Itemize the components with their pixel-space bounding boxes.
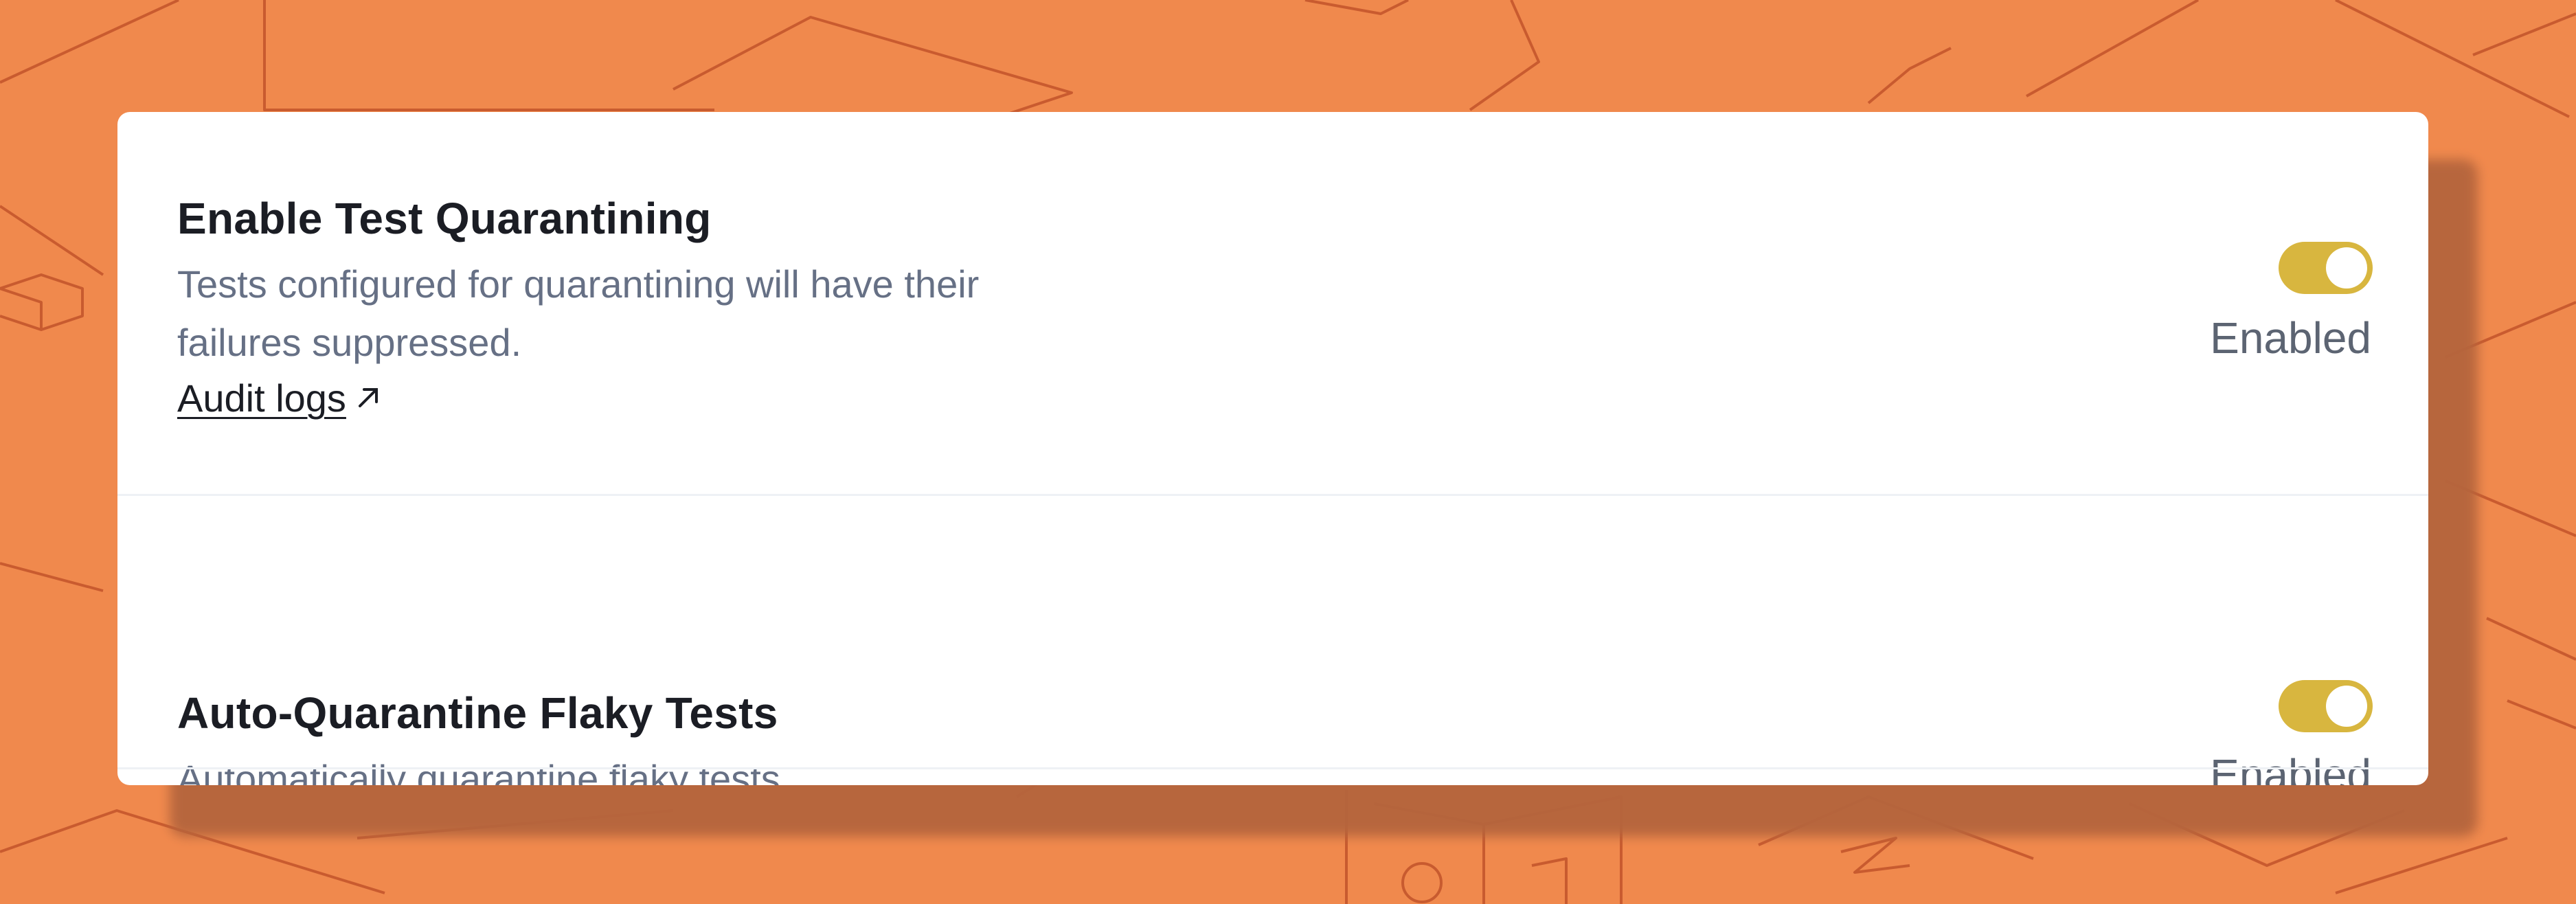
external-link-icon xyxy=(354,376,382,420)
status-label: Enabled xyxy=(2210,313,2371,363)
settings-card: Enable Test Quarantining Tests configure… xyxy=(117,112,2428,785)
test-quarantining-toggle[interactable] xyxy=(2279,242,2373,294)
setting-row-auto-quarantine: Auto-Quarantine Flaky Tests Automaticall… xyxy=(117,495,2428,785)
audit-logs-link[interactable]: Audit logs xyxy=(177,376,382,420)
toggle-knob xyxy=(2326,686,2367,727)
setting-title: Enable Test Quarantining xyxy=(177,194,712,243)
setting-row-test-quarantining: Enable Test Quarantining Tests configure… xyxy=(117,112,2428,495)
auto-quarantine-toggle[interactable] xyxy=(2279,680,2373,732)
audit-logs-link-label: Audit logs xyxy=(177,376,346,420)
row-divider xyxy=(117,767,2428,769)
setting-title: Auto-Quarantine Flaky Tests xyxy=(177,688,778,738)
setting-description: Tests configured for quarantining will h… xyxy=(177,262,980,364)
toggle-knob xyxy=(2326,247,2367,289)
